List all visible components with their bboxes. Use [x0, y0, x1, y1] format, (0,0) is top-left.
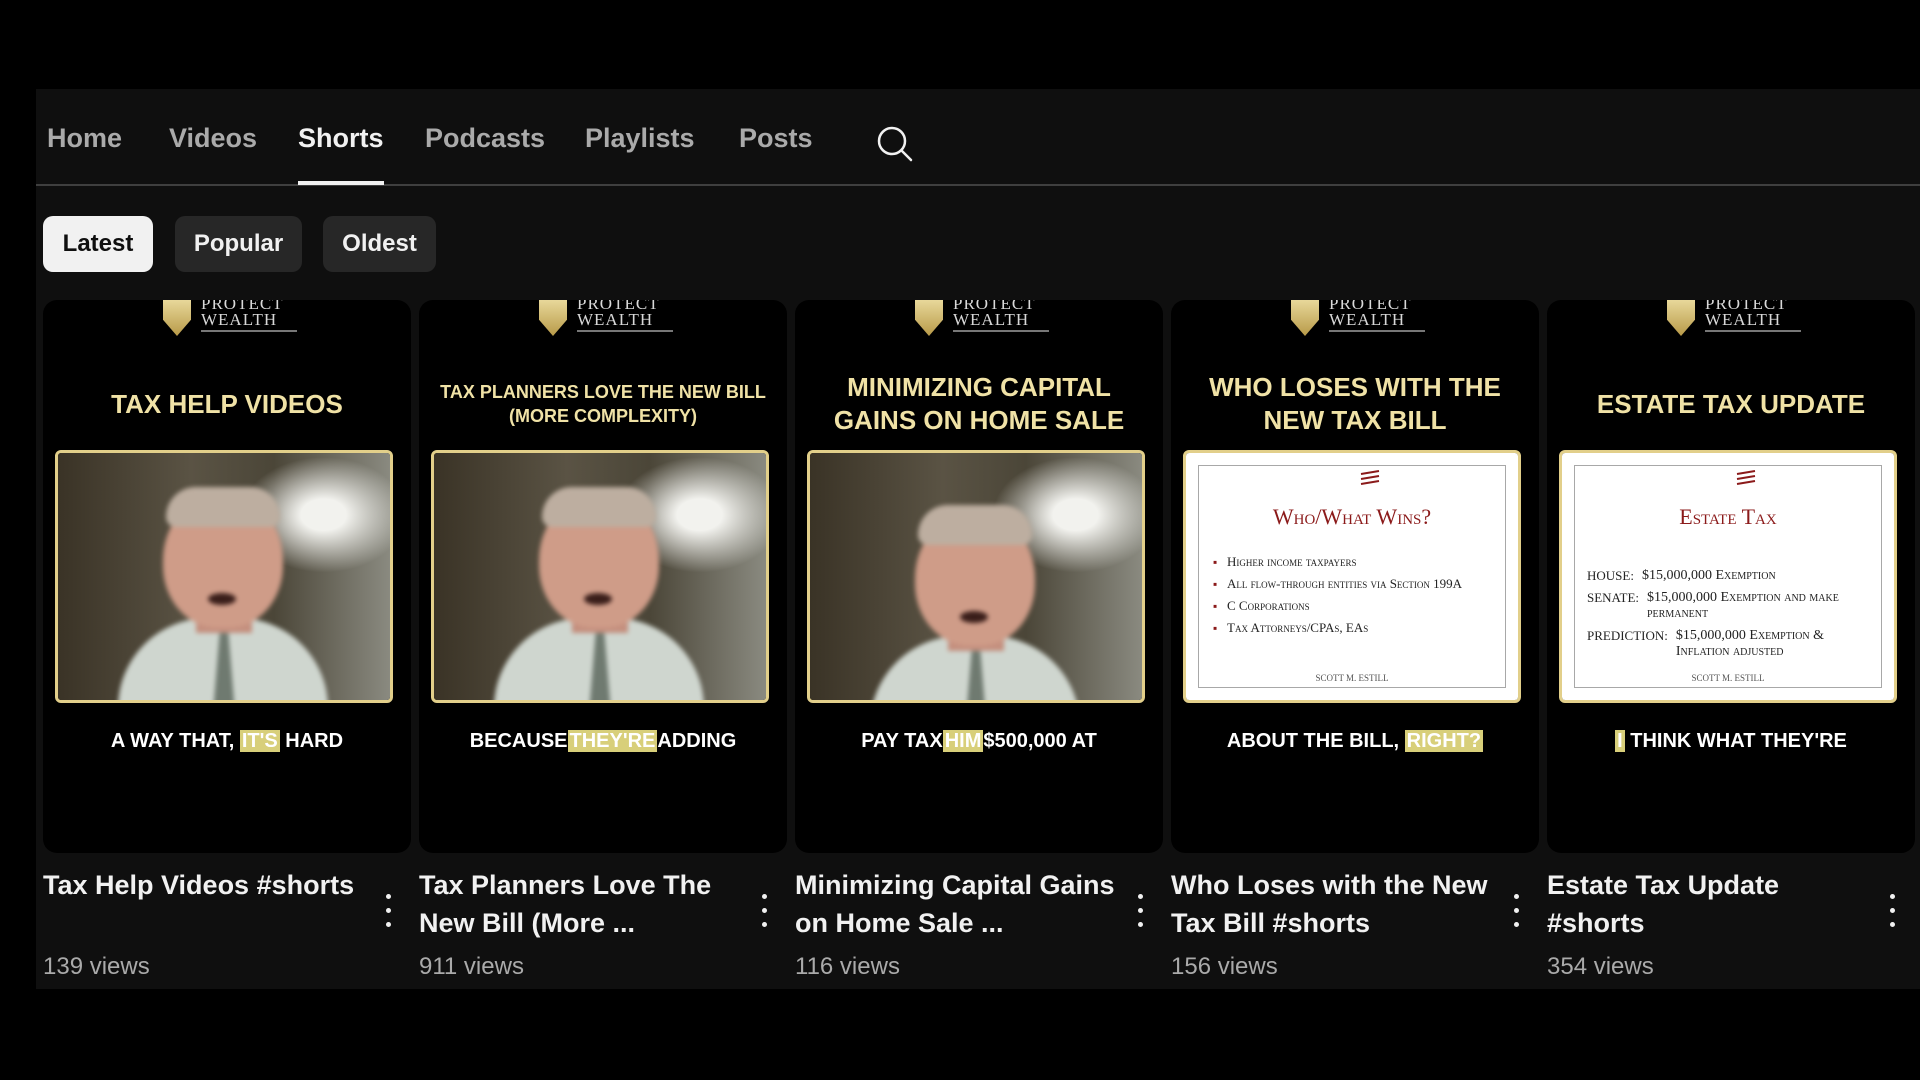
thumbnail-caption: A WAY THAT, IT'S HARD: [110, 730, 344, 752]
short-card: PROTECT WEALTH WHO LOSES WITH THE NEW TAX…: [1171, 300, 1539, 980]
thumbnail-headline: MINIMIZING CAPITAL GAINS ON HOME SALE: [833, 372, 1125, 435]
view-count: 354 views: [1547, 953, 1654, 980]
more-options-icon[interactable]: [1509, 894, 1523, 930]
slide-rows: HOUSE: $15,000,000 Exemption SENATE: $15,0…: [1587, 568, 1873, 666]
slide-footer: SCOTT M. ESTILL: [1315, 673, 1389, 683]
slide-logo-icon: [1360, 470, 1380, 485]
slide-row: SENATE: $15,000,000 Exemption and make pe…: [1587, 590, 1839, 621]
slide-list: Higher income taxpayers All flow-through…: [1213, 554, 1495, 642]
tab-shorts[interactable]: Shorts: [298, 123, 384, 185]
thumbnail-headline: ESTATE TAX UPDATE: [1596, 388, 1866, 419]
thumbnail-caption: I THINK WHAT THEY'RE: [1615, 730, 1847, 752]
slide-row: HOUSE: $15,000,000 Exemption: [1587, 568, 1776, 583]
short-thumbnail[interactable]: PROTECT WEALTH TAX HELP VIDEOS A WAY THAT…: [43, 300, 411, 853]
logo-text: PROTECT WEALTH: [1329, 300, 1412, 331]
shield-icon: [1291, 300, 1319, 336]
view-count: 139 views: [43, 953, 150, 980]
video-frame: [55, 450, 393, 703]
short-thumbnail[interactable]: PROTECT WEALTH ESTATE TAX UPDATE Estate T…: [1547, 300, 1915, 853]
short-card: PROTECT WEALTH MINIMIZING CAPITAL GAINS O…: [795, 300, 1163, 980]
channel-tabs: Home Videos Shorts Podcasts Playlists Po…: [36, 89, 1920, 186]
video-frame: [431, 450, 769, 703]
slide-item: C Corporations: [1213, 598, 1495, 614]
more-options-icon[interactable]: [381, 894, 395, 930]
logo-text: PROTECT WEALTH: [201, 300, 284, 331]
speaker-image: [810, 471, 1142, 700]
protect-wealth-logo: PROTECT WEALTH: [1667, 300, 1807, 340]
search-icon[interactable]: [876, 125, 914, 163]
protect-wealth-logo: PROTECT WEALTH: [539, 300, 679, 340]
short-title[interactable]: Minimizing Capital Gains on Home Sale ..…: [795, 866, 1115, 942]
channel-panel: Home Videos Shorts Podcasts Playlists Po…: [36, 89, 1920, 989]
logo-text: PROTECT WEALTH: [577, 300, 660, 331]
slide-item: All flow-through entities via Section 19…: [1213, 576, 1495, 592]
slide-title: Estate Tax: [1679, 504, 1777, 529]
short-card: PROTECT WEALTH TAX PLANNERS LOVE THE NEW …: [419, 300, 787, 980]
thumbnail-caption: ABOUT THE BILL, RIGHT?: [1226, 730, 1484, 752]
filter-popular[interactable]: Popular: [175, 216, 302, 272]
shield-icon: [539, 300, 567, 336]
protect-wealth-logo: PROTECT WEALTH: [163, 300, 303, 340]
thumbnail-headline: TAX PLANNERS LOVE THE NEW BILL (MORE COM…: [440, 382, 766, 426]
shield-icon: [163, 300, 191, 336]
slide-frame: Estate Tax HOUSE: $15,000,000 Exemption S…: [1559, 450, 1897, 703]
logo-text: PROTECT WEALTH: [953, 300, 1036, 331]
shield-icon: [1667, 300, 1695, 336]
slide-logo-icon: [1736, 470, 1756, 485]
view-count: 156 views: [1171, 953, 1278, 980]
filter-latest[interactable]: Latest: [43, 216, 153, 272]
tab-videos[interactable]: Videos: [169, 123, 257, 154]
more-options-icon[interactable]: [1885, 894, 1899, 930]
more-options-icon[interactable]: [757, 894, 771, 930]
short-title[interactable]: Tax Planners Love The New Bill (More ...: [419, 866, 739, 942]
short-card: PROTECT WEALTH ESTATE TAX UPDATE Estate T…: [1547, 300, 1915, 980]
slide-item: Higher income taxpayers: [1213, 554, 1495, 570]
slide-item: Tax Attorneys/CPAs, EAs: [1213, 620, 1495, 636]
tab-podcasts[interactable]: Podcasts: [425, 123, 545, 154]
speaker-image: [58, 453, 390, 700]
slide-row: PREDICTION: $15,000,000 Exemption & Infla…: [1587, 628, 1824, 659]
protect-wealth-logo: PROTECT WEALTH: [1291, 300, 1431, 340]
logo-text: PROTECT WEALTH: [1705, 300, 1788, 331]
more-options-icon[interactable]: [1133, 894, 1147, 930]
short-title[interactable]: Who Loses with the New Tax Bill #shorts: [1171, 866, 1491, 942]
filter-oldest[interactable]: Oldest: [323, 216, 436, 272]
short-title[interactable]: Tax Help Videos #shorts: [43, 866, 363, 904]
protect-wealth-logo: PROTECT WEALTH: [915, 300, 1055, 340]
thumbnail-headline: TAX HELP VIDEOS: [111, 388, 343, 419]
view-count: 911 views: [419, 953, 524, 980]
short-title[interactable]: Estate Tax Update #shorts: [1547, 866, 1867, 942]
thumbnail-caption: BECAUSE THEY'RE ADDING: [469, 730, 737, 752]
slide-footer: SCOTT M. ESTILL: [1691, 673, 1765, 683]
slide-frame: Who/What Wins? Higher income taxpayers A…: [1183, 450, 1521, 703]
tab-home[interactable]: Home: [47, 123, 122, 154]
short-card: PROTECT WEALTH TAX HELP VIDEOS A WAY THAT…: [43, 300, 411, 980]
thumbnail-caption: PAY TAX HIM $500,000 AT: [861, 730, 1097, 752]
short-thumbnail[interactable]: PROTECT WEALTH MINIMIZING CAPITAL GAINS O…: [795, 300, 1163, 853]
shield-icon: [915, 300, 943, 336]
tab-playlists[interactable]: Playlists: [585, 123, 695, 154]
short-thumbnail[interactable]: PROTECT WEALTH TAX PLANNERS LOVE THE NEW …: [419, 300, 787, 853]
short-thumbnail[interactable]: PROTECT WEALTH WHO LOSES WITH THE NEW TAX…: [1171, 300, 1539, 853]
thumbnail-headline: WHO LOSES WITH THE NEW TAX BILL: [1209, 372, 1501, 435]
speaker-image: [434, 453, 766, 700]
video-frame: [807, 450, 1145, 703]
tab-posts[interactable]: Posts: [739, 123, 813, 154]
slide-title: Who/What Wins?: [1272, 504, 1432, 529]
view-count: 116 views: [795, 953, 900, 980]
